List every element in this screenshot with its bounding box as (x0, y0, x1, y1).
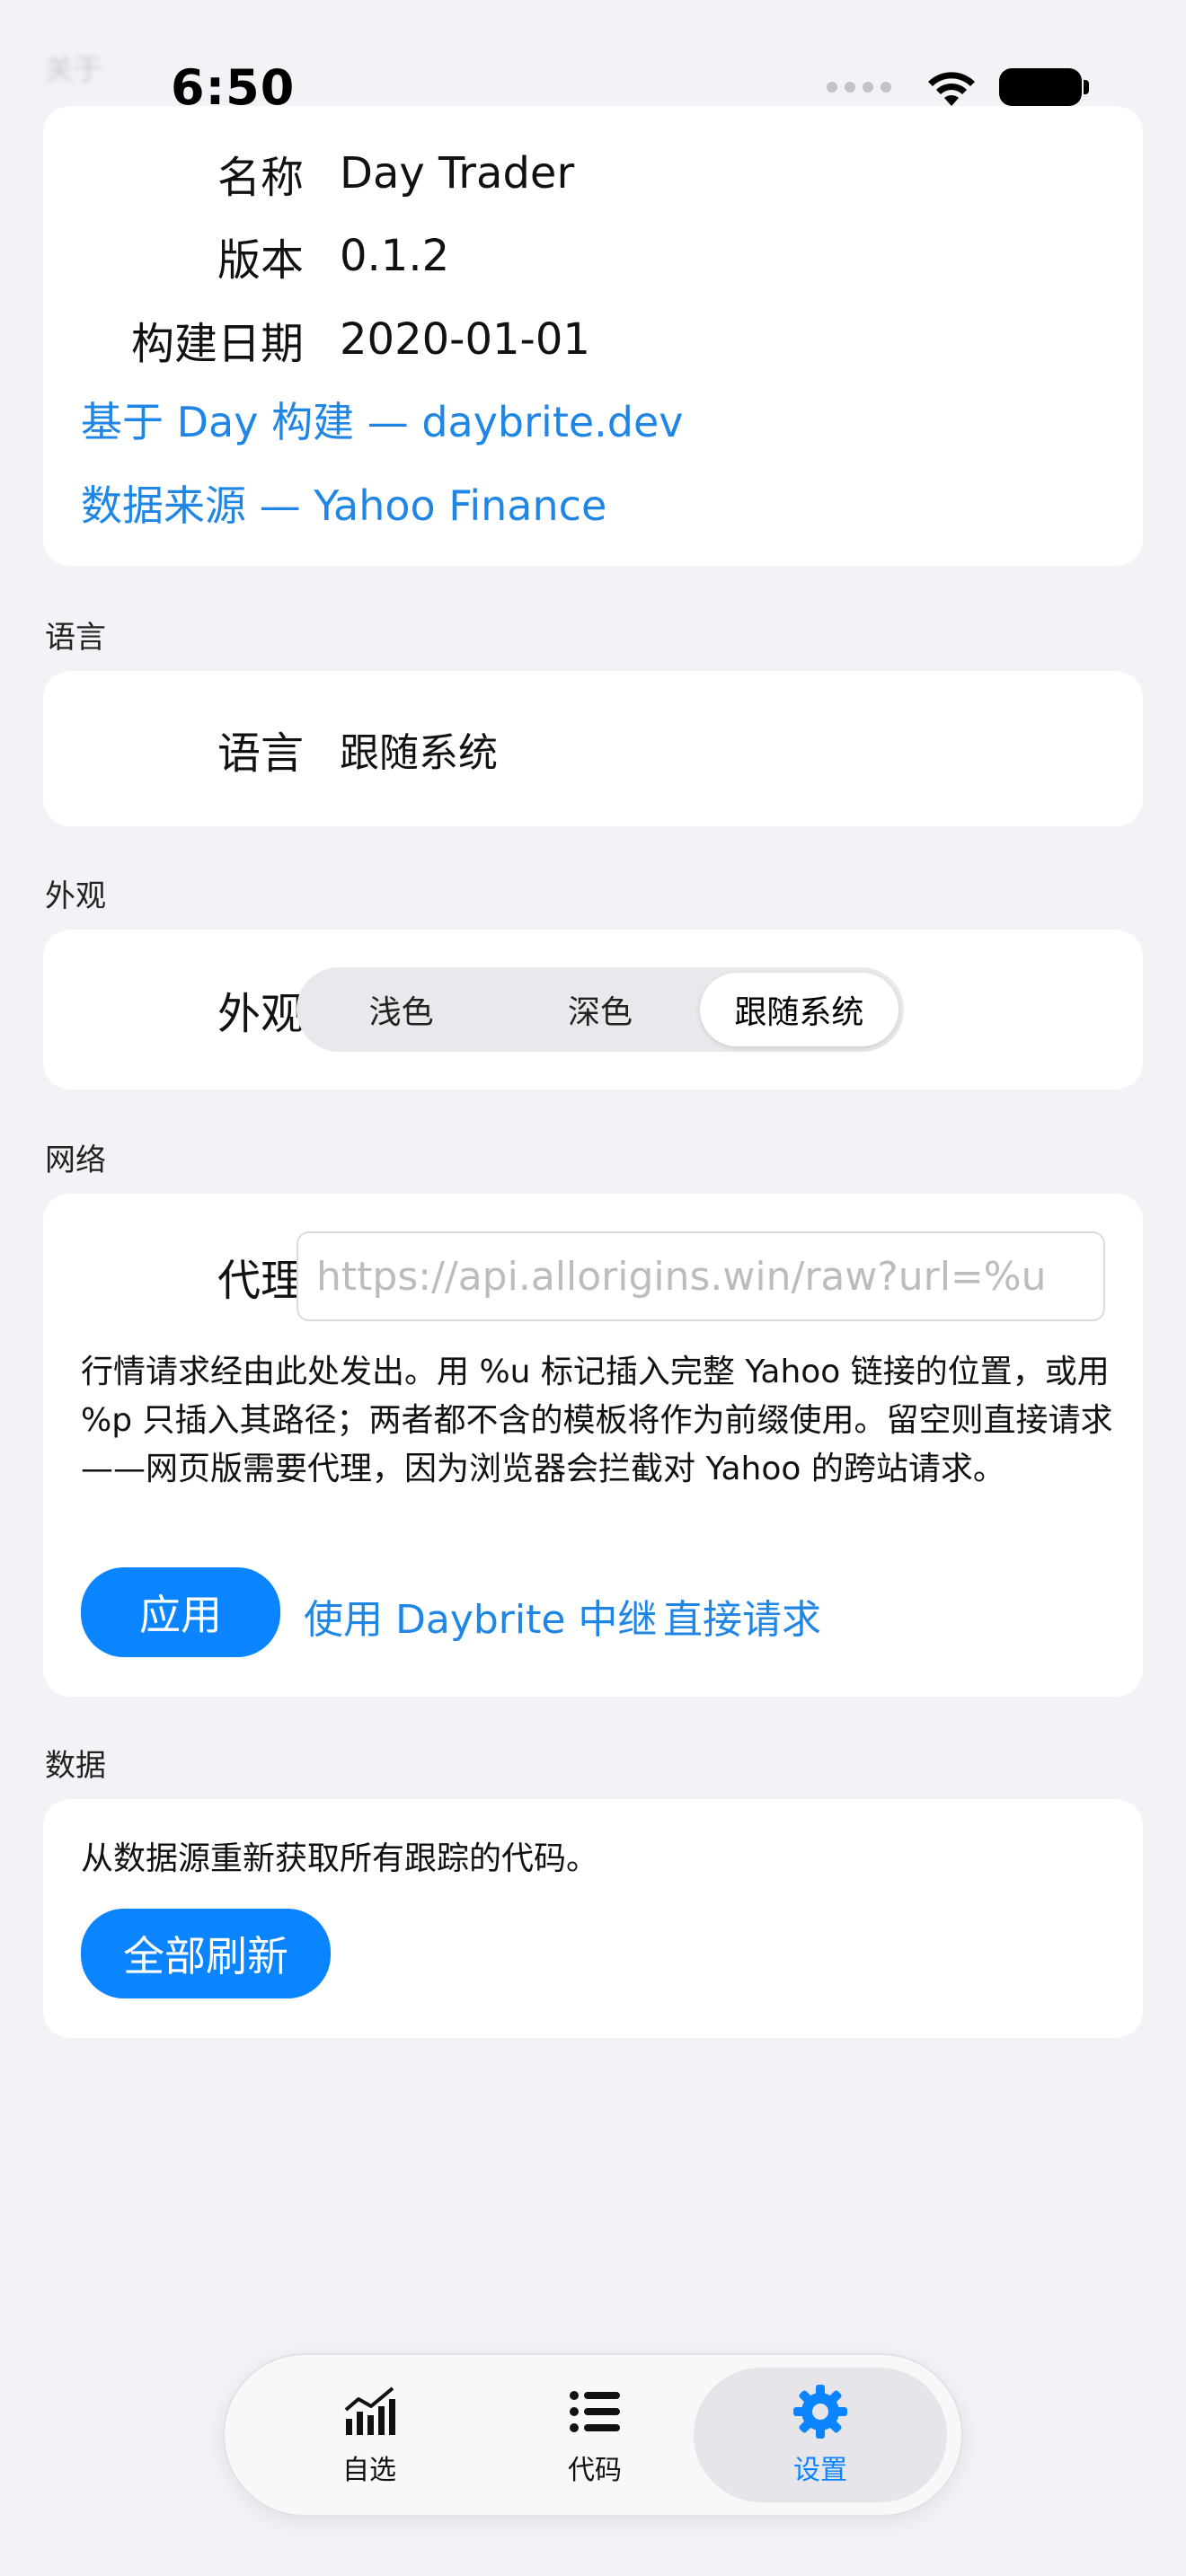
proxy-url-input[interactable] (296, 1231, 1105, 1321)
apply-button[interactable]: 应用 (81, 1567, 280, 1657)
chart-icon (344, 2386, 395, 2435)
language-section-title: 语言 (45, 620, 106, 656)
tab-watchlist[interactable]: 自选 (243, 2368, 496, 2502)
appearance-section-title: 外观 (45, 878, 106, 914)
list-icon (570, 2391, 620, 2432)
version-label: 版本 (217, 235, 304, 286)
network-section-title: 网络 (45, 1142, 106, 1178)
data-source-link[interactable]: 数据来源 — Yahoo Finance (81, 473, 606, 533)
status-indicators (827, 66, 1089, 108)
tab-symbols[interactable]: 代码 (468, 2368, 721, 2502)
tab-symbols-label: 代码 (568, 2455, 622, 2486)
tab-watchlist-label: 自选 (342, 2455, 396, 2486)
about-card: 名称 Day Trader 版本 0.1.2 构建日期 2020-01-01 基… (43, 106, 1143, 566)
name-value: Day Trader (340, 148, 575, 198)
appearance-card: 外观 浅色 深色 跟随系统 (43, 930, 1143, 1090)
language-card: 语言 跟随系统 (43, 671, 1143, 826)
about-row-name: 名称 Day Trader (43, 142, 1143, 205)
about-row-version: 版本 0.1.2 (43, 225, 1143, 287)
tab-settings-label: 设置 (793, 2455, 847, 2486)
data-section-title: 数据 (45, 1748, 106, 1784)
appearance-label: 外观 (217, 989, 304, 1039)
language-picker[interactable]: 跟随系统 (340, 720, 498, 778)
about-row-build-date: 构建日期 2020-01-01 (43, 308, 1143, 371)
gear-icon (793, 2385, 847, 2439)
language-row: 语言 跟随系统 (43, 718, 1143, 781)
appearance-option-dark[interactable]: 深色 (500, 973, 699, 1046)
tab-settings[interactable]: 设置 (694, 2368, 947, 2502)
appearance-segmented-control[interactable]: 浅色 深色 跟随系统 (296, 967, 904, 1052)
proxy-description: 行情请求经由此处发出。用 %u 标记插入完整 Yahoo 链接的位置，或用 %p… (81, 1354, 1113, 1487)
wifi-icon (928, 72, 975, 106)
version-value: 0.1.2 (340, 231, 450, 281)
built-with-link[interactable]: 基于 Day 构建 — daybrite.dev (81, 390, 684, 449)
build-date-label: 构建日期 (130, 319, 304, 369)
refresh-description: 从数据源重新获取所有跟踪的代码。 (81, 1840, 599, 1877)
use-daybrite-relay-button[interactable]: 使用 Daybrite 中继 (304, 1587, 657, 1645)
language-label: 语言 (217, 728, 304, 779)
data-card: 从数据源重新获取所有跟踪的代码。 全部刷新 (43, 1799, 1143, 2038)
name-label: 名称 (217, 153, 304, 203)
cellular-signal-icon (827, 82, 891, 93)
tab-bar: 自选 代码 设置 (223, 2353, 963, 2517)
refresh-all-button[interactable]: 全部刷新 (81, 1909, 331, 1998)
build-date-value: 2020-01-01 (340, 314, 590, 365)
network-card: 代理 行情请求经由此处发出。用 %u 标记插入完整 Yahoo 链接的位置，或用… (43, 1194, 1143, 1697)
direct-request-button[interactable]: 直接请求 (663, 1587, 821, 1645)
appearance-option-light[interactable]: 浅色 (302, 973, 500, 1046)
battery-icon (999, 68, 1089, 106)
scrolled-header-title: 关于 (45, 52, 103, 86)
appearance-option-system[interactable]: 跟随系统 (699, 973, 898, 1046)
proxy-label: 代理 (217, 1256, 304, 1306)
